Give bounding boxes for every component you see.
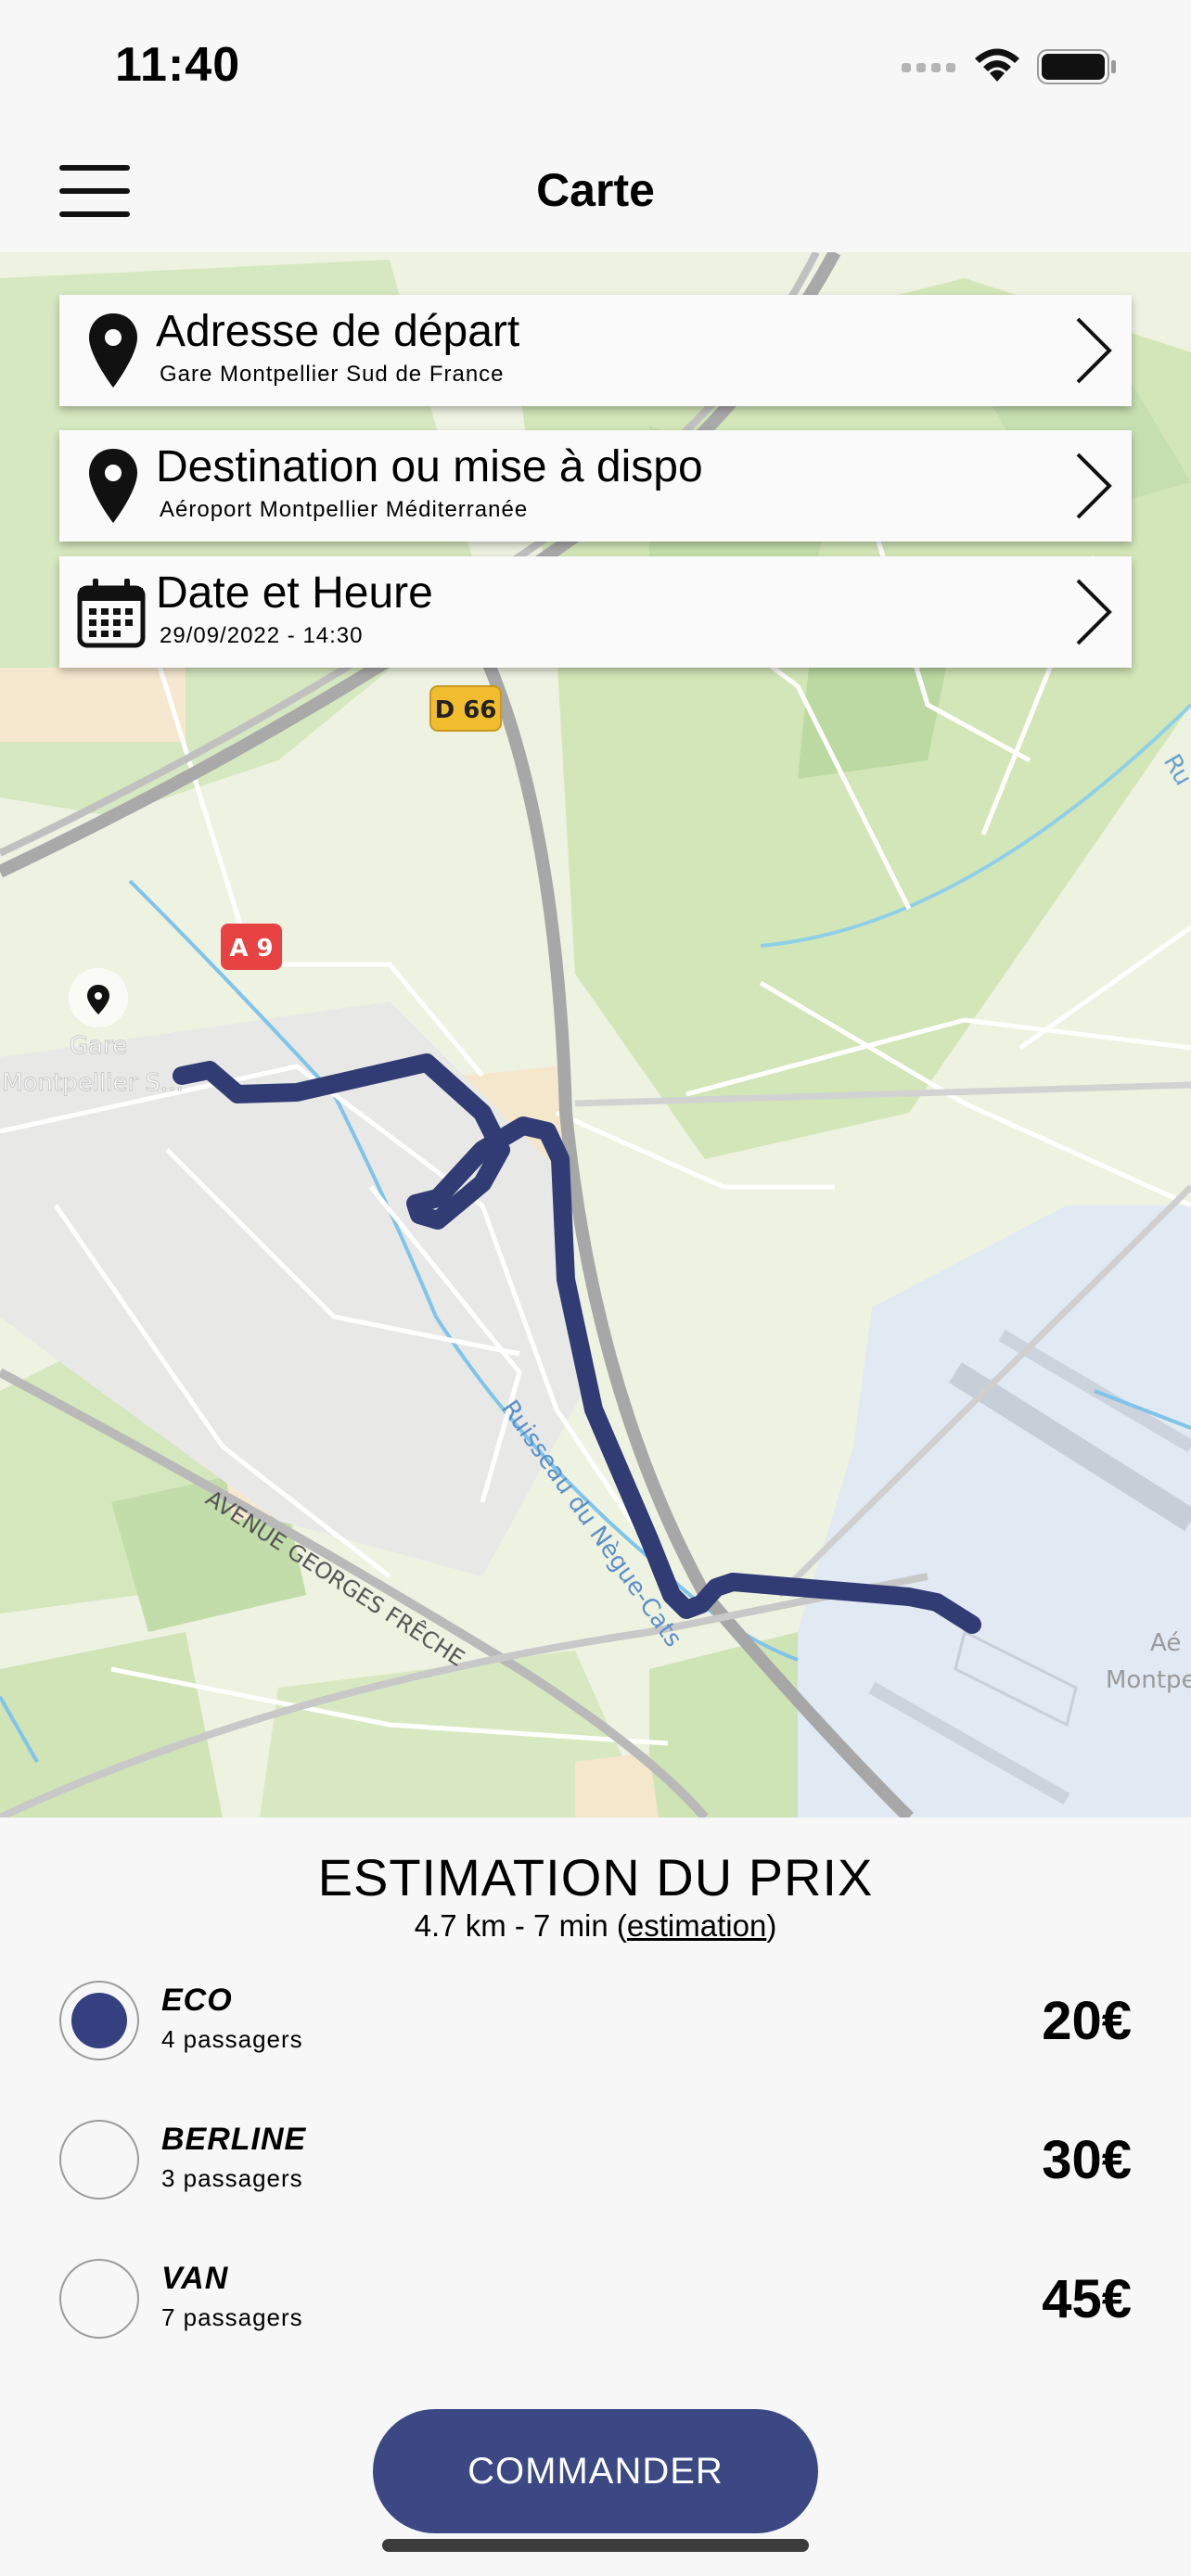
vehicle-option-berline[interactable]: BERLINE 3 passagers 30€ xyxy=(59,2112,1132,2205)
vehicle-price: 30€ xyxy=(1042,2130,1132,2190)
chevron-right-icon xyxy=(1076,579,1112,645)
estimation-distance-time: 4.7 km - 7 min ( xyxy=(414,1908,627,1943)
destination-subtitle: Aéroport Montpellier Méditerranée xyxy=(160,497,529,522)
status-time: 11:40 xyxy=(115,38,241,92)
vehicle-option-eco[interactable]: ECO 4 passagers 20€ xyxy=(59,1973,1132,2066)
cellular-signal-icon xyxy=(902,63,955,72)
estimation-link[interactable]: estimation xyxy=(627,1908,766,1943)
wifi-icon xyxy=(975,48,1019,82)
vehicle-name: VAN xyxy=(161,2261,229,2296)
station-label-line2: Montpellier S... xyxy=(2,1069,183,1097)
airport-label-line1: Aé xyxy=(1150,1629,1181,1657)
location-pin-icon xyxy=(89,313,137,388)
vehicle-price: 45€ xyxy=(1042,2269,1132,2329)
date-time-card[interactable]: Date et Heure 29/09/2022 - 14:30 xyxy=(59,556,1132,668)
vehicle-option-van[interactable]: VAN 7 passagers 45€ xyxy=(59,2251,1132,2344)
road-badge-a9: A 9 xyxy=(229,935,273,963)
radio-button-berline[interactable] xyxy=(59,2120,139,2200)
airport-label-line2: Montpe xyxy=(1106,1666,1191,1694)
route-map[interactable]: D 66 A 9 Ruisseau du Nègue-Cats AVENUE G… xyxy=(0,252,1191,1817)
departure-title: Adresse de départ xyxy=(156,307,520,356)
radio-button-van[interactable] xyxy=(59,2259,139,2339)
vehicle-name: ECO xyxy=(161,1983,233,2018)
datetime-subtitle: 29/09/2022 - 14:30 xyxy=(160,623,364,648)
vehicle-price: 20€ xyxy=(1042,1991,1132,2051)
chevron-right-icon xyxy=(1076,317,1112,384)
home-indicator xyxy=(382,2539,809,2552)
calendar-icon xyxy=(77,579,146,648)
location-pin-icon xyxy=(89,449,137,523)
destination-card[interactable]: Destination ou mise à dispo Aéroport Mon… xyxy=(59,430,1132,542)
navigation-bar: Carte xyxy=(0,139,1191,253)
radio-button-eco[interactable] xyxy=(59,1981,139,2060)
vehicle-passengers: 7 passagers xyxy=(161,2303,303,2331)
estimation-title: ESTIMATION DU PRIX xyxy=(317,1848,874,1906)
chevron-right-icon xyxy=(1076,453,1112,519)
station-label-line1: Gare xyxy=(70,1032,127,1060)
departure-subtitle: Gare Montpellier Sud de France xyxy=(160,362,505,387)
vehicle-name: BERLINE xyxy=(161,2122,307,2157)
status-bar: 11:40 xyxy=(0,0,1191,139)
destination-title: Destination ou mise à dispo xyxy=(156,442,703,491)
departure-address-card[interactable]: Adresse de départ Gare Montpellier Sud d… xyxy=(59,295,1132,406)
vehicle-passengers: 3 passagers xyxy=(161,2164,303,2192)
page-title: Carte xyxy=(536,164,655,216)
road-badge-d66: D 66 xyxy=(435,696,497,724)
estimation-summary-end: ) xyxy=(766,1908,777,1943)
estimation-summary: 4.7 km - 7 min (estimation) xyxy=(0,1908,1191,1944)
order-button[interactable]: COMMANDER xyxy=(373,2409,818,2533)
datetime-title: Date et Heure xyxy=(156,568,433,618)
battery-icon xyxy=(1037,49,1116,84)
vehicle-passengers: 4 passagers xyxy=(161,2025,303,2053)
